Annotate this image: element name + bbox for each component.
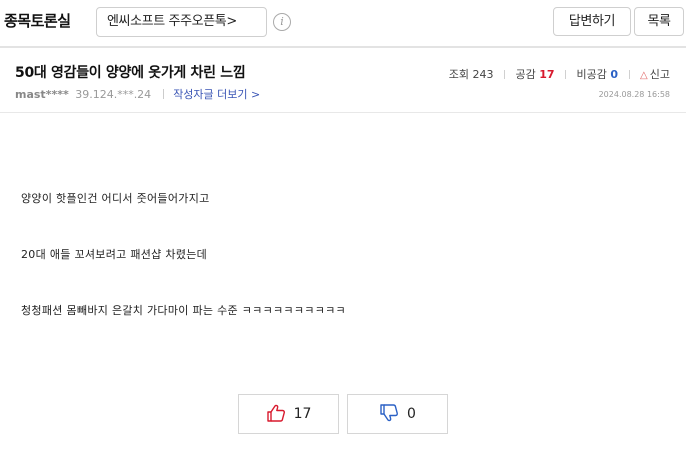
thumbs-down-icon xyxy=(380,404,399,422)
views-label: 조회 xyxy=(448,68,469,81)
post-body-line: 청청패션 몸빼바지 은갈치 가다마이 파는 수준 ㅋㅋㅋㅋㅋㅋㅋㅋㅋㅋ xyxy=(21,304,346,317)
post-header: 50대 영감들이 양양에 옷가게 차린 느낌 mast**** 39.124.*… xyxy=(0,48,686,112)
info-icon[interactable]: i xyxy=(273,13,291,31)
post-body-line: 20대 애들 꼬셔보려고 패션샵 차렸는데 xyxy=(21,248,208,261)
post-stats: 조회 243 공감 17 비공감 0 △ 신고 xyxy=(449,66,670,82)
post-body-line: 양양이 핫플인건 어디서 줏어들어가지고 xyxy=(21,192,210,205)
list-button[interactable]: 목록 xyxy=(634,7,684,36)
report-icon: △ xyxy=(640,70,648,81)
like-button[interactable]: 17 xyxy=(238,394,339,434)
author-name: mast**** xyxy=(15,88,69,101)
post-date: 2024.08.28 16:58 xyxy=(598,90,670,99)
likes-count: 17 xyxy=(539,68,555,81)
post-title: 50대 영감들이 양양에 옷가게 차린 느낌 xyxy=(15,65,246,81)
report-label: 신고 xyxy=(649,68,670,81)
stats-divider xyxy=(503,70,505,79)
dislike-button-inner: 0 xyxy=(348,404,447,422)
author-more-posts-link[interactable]: 작성자글 더보기 > xyxy=(173,88,260,101)
stock-name-chip[interactable]: 엔씨소프트 주주오픈톡> xyxy=(96,7,267,37)
stats-divider xyxy=(565,70,567,79)
author-line: mast**** 39.124.***.24 작성자글 더보기 > xyxy=(15,86,260,102)
like-count: 17 xyxy=(293,406,312,422)
likes-label: 공감 xyxy=(515,68,536,81)
stats-divider xyxy=(628,70,630,79)
reply-button[interactable]: 답변하기 xyxy=(553,7,631,36)
report-button[interactable]: △ 신고 xyxy=(640,68,670,81)
views-count: 243 xyxy=(472,68,494,81)
dislikes-count: 0 xyxy=(610,68,619,81)
like-button-inner: 17 xyxy=(239,404,338,422)
thumbs-up-icon xyxy=(266,404,285,422)
dislike-count: 0 xyxy=(407,406,416,422)
dislikes-label: 비공감 xyxy=(576,68,607,81)
dislike-button[interactable]: 0 xyxy=(347,394,448,434)
board-top-bar: 종목토론실 엔씨소프트 주주오픈톡> i 답변하기 목록 xyxy=(0,0,686,46)
author-ip: 39.124.***.24 xyxy=(75,88,152,101)
board-title: 종목토론실 xyxy=(4,12,71,30)
header-divider xyxy=(0,112,686,113)
author-divider xyxy=(162,89,164,99)
